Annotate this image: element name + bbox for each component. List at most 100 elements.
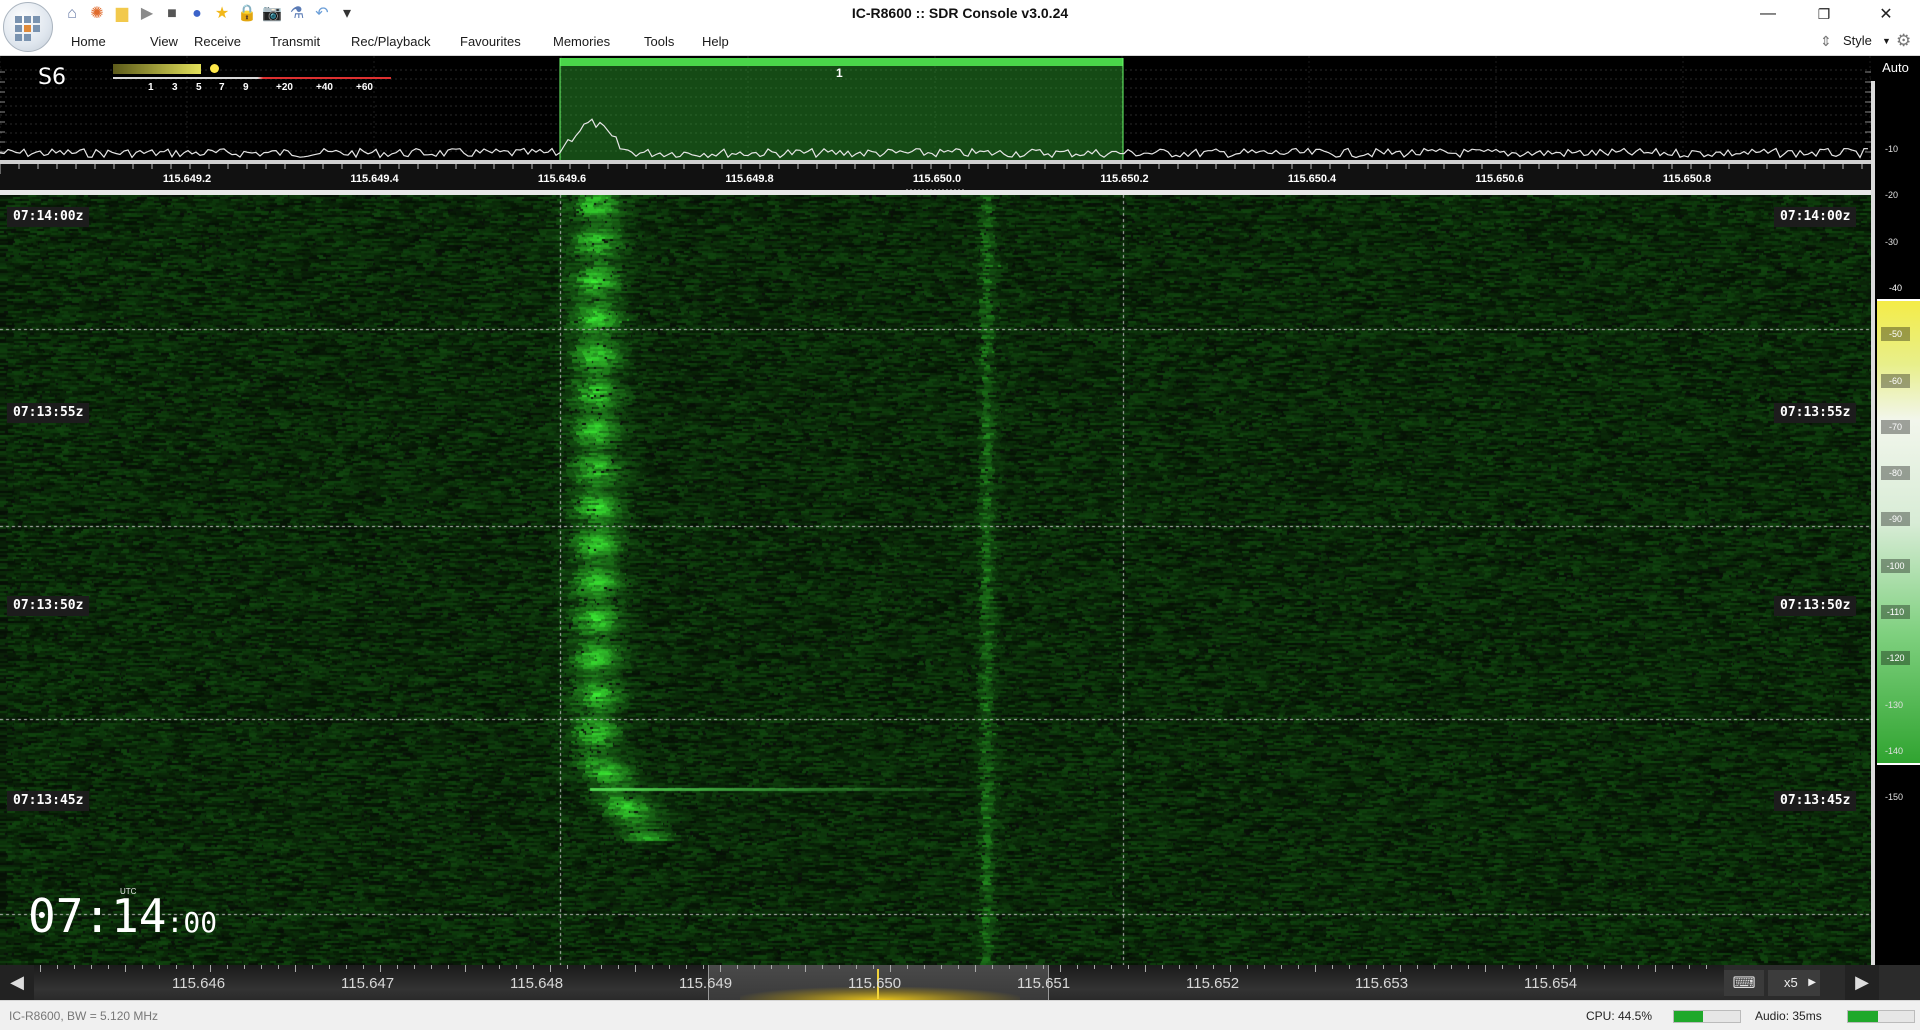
ruler-tick	[244, 965, 245, 969]
app-menu-button[interactable]	[3, 2, 53, 52]
range-bottom-handle[interactable]	[1877, 763, 1920, 765]
ruler-tick	[737, 965, 738, 969]
style-dropdown-icon[interactable]: ▼	[1882, 36, 1891, 46]
waterfall-display[interactable]: 07:14:00z 07:14:00z 07:13:55z 07:13:55z 07:1…	[0, 195, 1871, 965]
timestamp-right: 07:13:45z	[1774, 791, 1857, 811]
frequency-bar[interactable]: ◀ 115.646 115.647 115.648 115.649 115.650 115…	[0, 965, 1920, 1000]
menu-favourites[interactable]: Favourites	[460, 34, 521, 49]
minimize-icon: —	[1760, 5, 1776, 22]
frequency-ruler-label: 115.653	[1355, 975, 1409, 992]
lock-icon[interactable]: 🔒	[237, 4, 257, 24]
spectrum-display[interactable]: 115.649.2 115.649.4 115.649.6 115.649.8 115.…	[0, 56, 1871, 190]
close-button[interactable]: ✕	[1852, 0, 1920, 28]
ruler-tick	[1502, 965, 1503, 969]
smeter-reading: S6	[38, 65, 66, 90]
play-icon[interactable]: ▶	[137, 4, 157, 24]
ruler-tick	[1264, 965, 1265, 969]
smeter-scale-label: +40	[316, 82, 333, 93]
ruler-tick	[329, 965, 330, 969]
lifebuoy-icon[interactable]: ✺	[87, 4, 107, 24]
ruler-tick	[652, 965, 653, 969]
ruler-tick	[210, 965, 211, 972]
ruler-tick	[1128, 965, 1129, 969]
stop-icon[interactable]: ■	[162, 4, 182, 24]
ruler-tick	[533, 965, 534, 969]
ruler-tick	[1179, 965, 1180, 969]
smeter-scale-label: +20	[276, 82, 293, 93]
spectrum-frequency-label: 115.649.8	[725, 173, 773, 185]
scroll-right-button[interactable]: ▶	[1845, 965, 1879, 1000]
ruler-tick	[890, 965, 891, 972]
ruler-tick	[686, 965, 687, 969]
camera-icon[interactable]: 📷	[262, 4, 282, 24]
spectrum-frequency-label: 115.650.2	[1100, 173, 1148, 185]
ruler-tick	[1026, 965, 1027, 969]
dbm-label: -100	[1881, 558, 1910, 573]
ruler-tick	[771, 965, 772, 969]
dbm-scale[interactable]: Auto -10 -20 -30 -40 -50 -60 -70 -80 -90 -100 -110…	[1871, 56, 1920, 965]
ruler-tick	[1077, 965, 1078, 969]
ruler-tick	[448, 965, 449, 969]
scroll-arrows-icon[interactable]: ⇕	[1820, 33, 1832, 50]
ruler-tick	[1434, 965, 1435, 969]
device-status: IC-R8600, BW = 5.120 MHz	[9, 1009, 159, 1023]
ruler-tick	[1672, 965, 1673, 969]
ruler-tick	[975, 965, 976, 972]
ruler-tick	[261, 965, 262, 969]
auto-scale-button[interactable]: Auto	[1871, 56, 1920, 79]
gear-icon[interactable]: ⚙	[1896, 31, 1911, 51]
ruler-tick	[1604, 965, 1605, 969]
range-top-handle[interactable]	[1877, 299, 1920, 301]
ruler-tick	[873, 965, 874, 969]
star-icon[interactable]: ★	[212, 4, 232, 24]
spectrum-frequency-label: 115.649.6	[538, 173, 586, 185]
keyboard-icon[interactable]: ⌨	[1724, 970, 1764, 996]
dbm-label: -130	[1885, 699, 1904, 710]
vfo-passband-header[interactable]	[560, 58, 1123, 66]
ruler-tick	[176, 965, 177, 969]
ruler-tick	[1587, 965, 1588, 969]
waterfall-canvas[interactable]	[0, 195, 1871, 965]
menu-rec-playback[interactable]: Rec/Playback	[351, 34, 430, 49]
ruler-tick	[754, 965, 755, 969]
ruler-tick	[941, 965, 942, 969]
zoom-selector[interactable]: x5 ▶	[1768, 970, 1820, 996]
menu-memories[interactable]: Memories	[553, 34, 610, 49]
timestamp-right: 07:13:55z	[1774, 403, 1857, 423]
restore-button[interactable]: ❐	[1796, 0, 1852, 28]
dbm-label: -60	[1881, 373, 1910, 388]
undo-icon[interactable]: ↶	[312, 4, 332, 24]
dbm-label: -90	[1881, 512, 1910, 527]
ruler-tick	[1298, 965, 1299, 969]
dbm-label: -20	[1885, 190, 1899, 201]
menu-home[interactable]: Home	[71, 34, 106, 49]
dbm-label: -80	[1881, 466, 1910, 481]
cpu-meter-fill	[1674, 1011, 1704, 1022]
frequency-ruler-label: 115.651	[1017, 975, 1071, 992]
ruler-tick	[720, 965, 721, 972]
color-range-bar[interactable]	[1877, 299, 1920, 765]
minimize-button[interactable]: —	[1740, 0, 1796, 28]
flask-icon[interactable]: ⚗	[287, 4, 307, 24]
style-menu[interactable]: Style	[1843, 33, 1872, 48]
home-icon[interactable]: ⌂	[62, 4, 82, 24]
scroll-left-button[interactable]: ◀	[0, 965, 34, 1000]
menu-transmit[interactable]: Transmit	[270, 34, 320, 49]
folder-icon[interactable]: ▆	[112, 4, 132, 24]
ruler-tick	[1332, 965, 1333, 969]
ruler-tick	[1451, 965, 1452, 969]
menu-tools[interactable]: Tools	[644, 34, 674, 49]
ruler-tick	[159, 965, 160, 969]
menu-help[interactable]: Help	[702, 34, 729, 49]
ruler-tick	[499, 965, 500, 969]
ruler-tick	[669, 965, 670, 969]
ruler-tick	[1417, 965, 1418, 969]
dropdown-icon[interactable]: ▾	[337, 4, 357, 24]
ruler-tick	[482, 965, 483, 969]
record-icon[interactable]: ●	[187, 4, 207, 24]
ruler-tick	[312, 965, 313, 969]
menu-view[interactable]: View	[150, 34, 178, 49]
ruler-tick	[1349, 965, 1350, 969]
menu-receive[interactable]: Receive	[194, 34, 241, 49]
cpu-meter	[1673, 1010, 1741, 1023]
